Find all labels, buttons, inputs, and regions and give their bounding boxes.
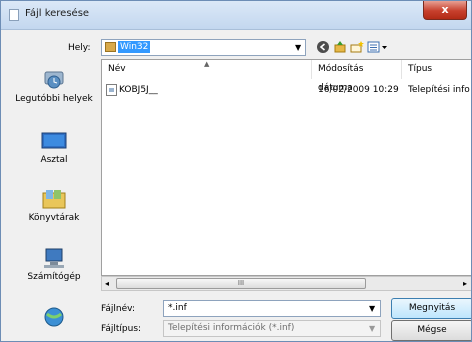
- place-label: Számítógép: [27, 272, 81, 282]
- open-button[interactable]: Megnyitás: [391, 298, 471, 319]
- libraries-icon: [42, 190, 66, 209]
- place-libraries[interactable]: Könyvtárak: [9, 188, 99, 224]
- recent-places-icon: [44, 71, 64, 89]
- chevron-down-icon[interactable]: ▼: [369, 304, 375, 313]
- network-icon: [44, 307, 64, 327]
- scroll-thumb[interactable]: III: [116, 278, 366, 289]
- file-type: Telepítési info: [408, 85, 470, 95]
- place-network[interactable]: [9, 306, 99, 331]
- place-desktop[interactable]: Asztal: [9, 130, 99, 166]
- filename-input[interactable]: *.inf: [163, 300, 381, 317]
- inf-file-icon: [106, 84, 117, 96]
- cancel-button[interactable]: Mégse: [391, 320, 471, 341]
- place-recent[interactable]: Legutóbbi helyek: [9, 69, 99, 105]
- folder-icon: [105, 42, 116, 52]
- column-header-modified[interactable]: Módosítás dátuma: [312, 60, 402, 93]
- computer-icon: [44, 248, 64, 268]
- new-folder-icon[interactable]: [350, 40, 364, 54]
- file-list[interactable]: Név ▲ Módosítás dátuma Típus KOBJ5J__ 16…: [101, 59, 471, 276]
- back-icon[interactable]: [316, 40, 330, 54]
- lookin-label: Hely:: [68, 43, 91, 53]
- view-menu-icon[interactable]: [367, 40, 389, 54]
- sort-indicator-icon: ▲: [204, 60, 210, 68]
- close-button[interactable]: x: [423, 1, 467, 20]
- place-computer[interactable]: Számítógép: [9, 247, 99, 283]
- file-open-dialog: Fájl keresése x Hely: Win32 ▼ Legutóbbi …: [0, 0, 472, 342]
- up-folder-icon[interactable]: [333, 40, 347, 54]
- filetype-select[interactable]: Telepítési információk (*.inf): [163, 320, 381, 337]
- column-header-type[interactable]: Típus: [402, 60, 471, 79]
- place-label: Könyvtárak: [28, 213, 80, 223]
- filetype-label: Fájltípus:: [101, 324, 142, 334]
- horizontal-scrollbar[interactable]: ◂ III ▸: [101, 276, 471, 291]
- file-name: KOBJ5J__: [119, 85, 158, 95]
- file-modified: 16/02/2009 10:29: [318, 85, 399, 95]
- desktop-icon: [41, 132, 67, 149]
- chevron-down-icon[interactable]: ▼: [369, 324, 375, 333]
- filename-label: Fájlnév:: [101, 304, 135, 314]
- lookin-value: Win32: [118, 41, 151, 53]
- place-label: Legutóbbi helyek: [15, 94, 93, 104]
- scroll-left-icon[interactable]: ◂: [105, 277, 109, 290]
- document-icon: [9, 9, 19, 21]
- chevron-down-icon[interactable]: ▼: [295, 43, 301, 52]
- place-label: Asztal: [40, 155, 68, 165]
- window-title: Fájl keresése: [25, 8, 90, 19]
- title-bar[interactable]: Fájl keresése x: [1, 1, 471, 30]
- scroll-right-icon[interactable]: ▸: [463, 277, 467, 290]
